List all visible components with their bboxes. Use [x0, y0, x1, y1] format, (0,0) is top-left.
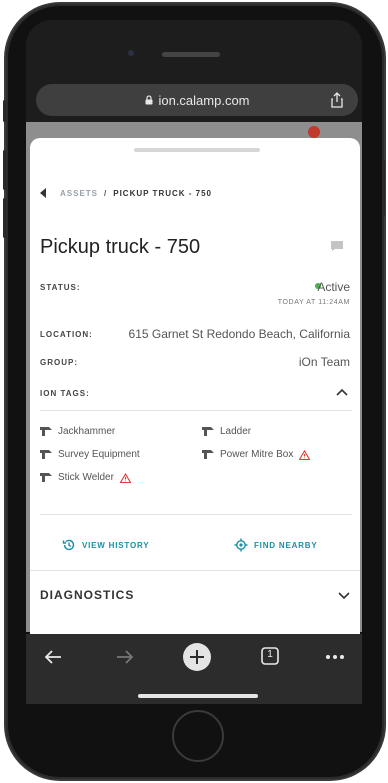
address-bar[interactable]: ion.calamp.com — [36, 84, 358, 116]
tag-name: Stick Welder — [58, 472, 114, 483]
url-text: ion.calamp.com — [158, 92, 250, 108]
volume-down-button — [3, 198, 6, 238]
comment-icon[interactable] — [330, 240, 344, 252]
tag-icon — [202, 450, 214, 459]
home-indicator[interactable] — [138, 694, 258, 698]
tab-count: 1 — [267, 649, 273, 660]
back-arrow-icon[interactable] — [42, 646, 64, 668]
tag-name: Jackhammer — [58, 426, 116, 437]
crosshair-icon — [234, 538, 248, 552]
diagnostics-section-header[interactable]: DIAGNOSTICS — [40, 588, 134, 602]
front-camera — [128, 50, 134, 56]
location-label: LOCATION: — [40, 330, 93, 339]
location-value: 615 Garnet St Redondo Beach, California — [128, 327, 350, 341]
page-title: Pickup truck - 750 — [40, 236, 201, 258]
tag-icon — [202, 427, 214, 436]
power-button — [382, 160, 385, 216]
ion-tags-label: ION TAGS: — [40, 389, 90, 398]
tag-item[interactable]: Power Mitre Box — [202, 449, 311, 460]
find-nearby-label: FIND NEARBY — [254, 540, 318, 550]
lock-icon — [145, 95, 153, 105]
history-icon — [62, 539, 75, 551]
status-timestamp: TODAY AT 11:24AM — [277, 299, 350, 306]
divider — [30, 570, 360, 571]
tag-icon — [40, 450, 52, 459]
status-value: Active — [317, 280, 350, 294]
tag-icon — [40, 427, 52, 436]
share-icon[interactable] — [330, 92, 344, 108]
status-label: STATUS: — [40, 283, 81, 292]
tag-name: Power Mitre Box — [220, 449, 294, 460]
asset-detail-sheet: ASSETS / PICKUP TRUCK - 750 Pickup truck… — [30, 138, 360, 634]
breadcrumb-assets-link[interactable]: ASSETS — [60, 189, 98, 198]
breadcrumb: ASSETS / PICKUP TRUCK - 750 — [40, 188, 212, 198]
tag-item[interactable]: Ladder — [202, 426, 251, 437]
mute-switch — [3, 100, 6, 122]
tag-name: Ladder — [220, 426, 252, 437]
chevron-up-icon[interactable] — [336, 388, 348, 396]
breadcrumb-current: PICKUP TRUCK - 750 — [113, 188, 213, 198]
tab-switcher-button[interactable]: 1 — [260, 646, 280, 666]
sheet-grabber[interactable] — [134, 148, 260, 152]
tag-item[interactable]: Survey Equipment — [40, 449, 140, 460]
breadcrumb-separator: / — [104, 188, 108, 198]
chevron-down-icon[interactable] — [338, 592, 350, 600]
warning-icon — [299, 449, 311, 460]
find-nearby-button[interactable]: FIND NEARBY — [234, 538, 317, 552]
group-value: iOn Team — [298, 355, 350, 369]
view-history-label: VIEW HISTORY — [82, 540, 150, 550]
group-label: GROUP: — [40, 358, 78, 367]
home-button[interactable] — [172, 710, 224, 762]
notification-badge — [308, 126, 320, 138]
view-history-button[interactable]: VIEW HISTORY — [62, 538, 149, 552]
tag-item[interactable]: Jackhammer — [40, 426, 115, 437]
tag-item[interactable]: Stick Welder — [40, 472, 131, 483]
warning-icon — [119, 472, 131, 483]
more-options-icon[interactable] — [324, 646, 346, 668]
tag-name: Survey Equipment — [58, 449, 140, 460]
tag-icon — [40, 473, 52, 482]
new-tab-icon[interactable] — [182, 642, 212, 672]
divider — [40, 410, 352, 411]
back-arrow-icon[interactable] — [40, 188, 46, 198]
divider — [40, 514, 352, 515]
earpiece-speaker — [162, 52, 220, 57]
volume-up-button — [3, 150, 6, 190]
forward-arrow-icon[interactable] — [114, 646, 136, 668]
